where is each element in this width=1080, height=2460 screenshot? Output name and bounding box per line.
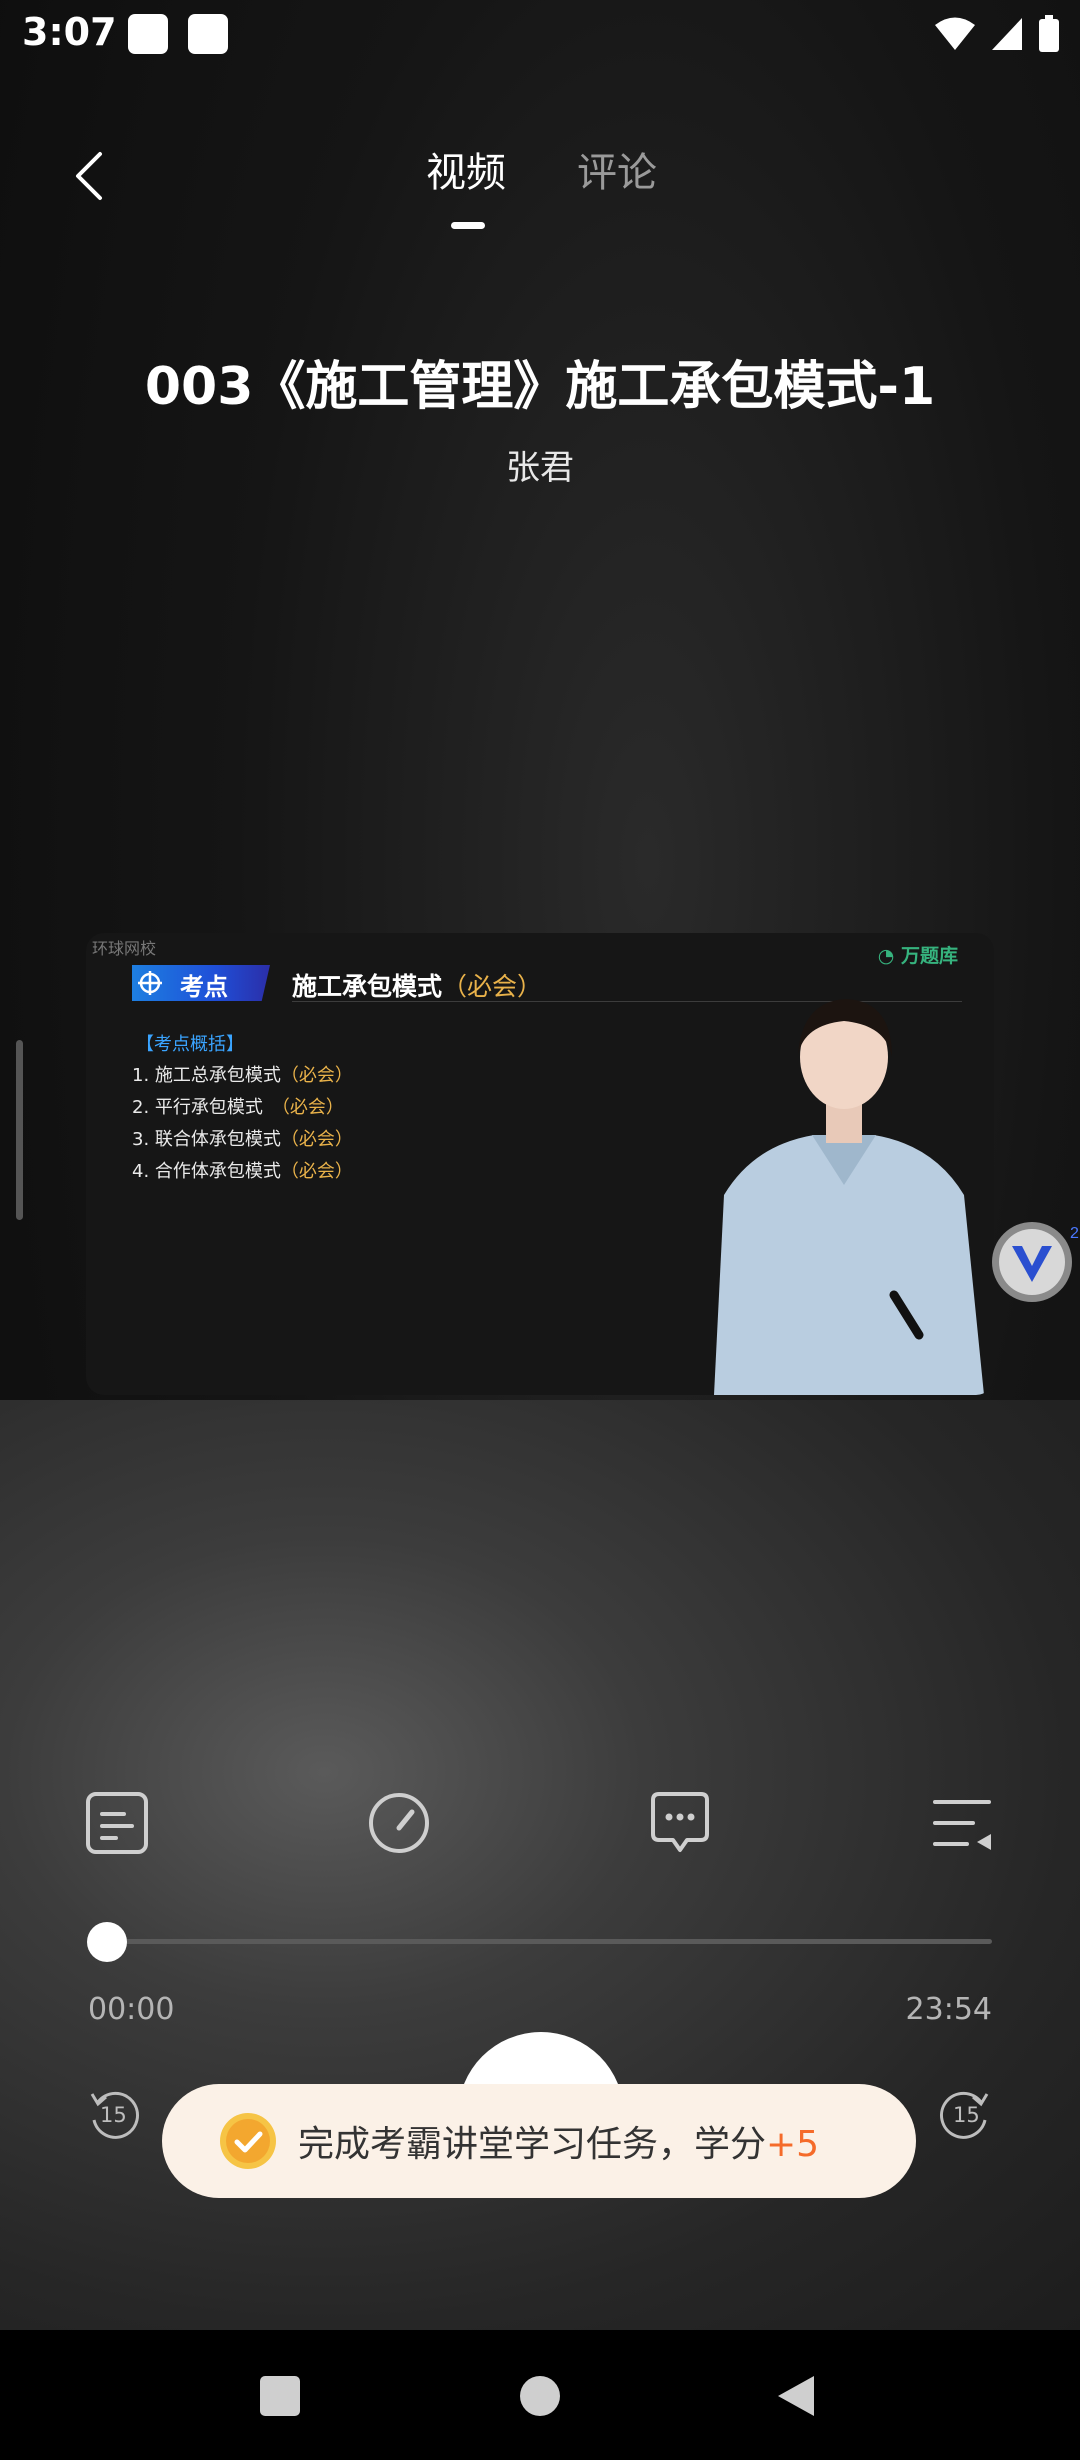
outline-point: 3. 联合体承包模式（必会）: [132, 1125, 353, 1151]
outline-point-text: 3. 联合体承包模式: [132, 1129, 281, 1150]
home-button[interactable]: [516, 2372, 564, 2420]
outline-heading: 【考点概括】: [136, 1034, 244, 1055]
notes-icon[interactable]: [84, 1790, 150, 1856]
status-icons: [934, 14, 1060, 54]
toast-text: 完成考霸讲堂学习任务，学分: [298, 2124, 767, 2165]
playlist-icon[interactable]: [929, 1790, 995, 1856]
forward-label: 15: [953, 2103, 980, 2127]
forward-15-button[interactable]: 15: [937, 2088, 993, 2144]
watermark: 环球网校: [92, 939, 157, 958]
comment-icon[interactable]: [647, 1790, 713, 1856]
triangle-back-icon: [778, 2376, 814, 2416]
video-player[interactable]: 环球网校 ◔ 万题库 考点 施工承包模式（必会） 【考点概括】 1. 施工总承包…: [86, 933, 994, 1395]
topic-badge-label: 考点: [180, 973, 228, 1001]
total-time: 23:54: [905, 1992, 992, 2027]
outline-point-note: （必会）: [280, 1097, 344, 1118]
toast-message: 完成考霸讲堂学习任务，学分+5: [298, 2115, 819, 2167]
recents-button[interactable]: [256, 2372, 304, 2420]
notification-icon: [188, 14, 228, 54]
rewind-label: 15: [100, 2103, 127, 2127]
tab-video[interactable]: 视频: [426, 140, 506, 198]
current-time: 00:00: [88, 1992, 175, 2027]
course-title: 003《施工管理》施工承包模式-1: [144, 357, 936, 417]
outline-point-text: 4. 合作体承包模式: [132, 1161, 281, 1182]
presenter-image: [714, 999, 984, 1395]
progress-track[interactable]: [106, 1939, 992, 1944]
outline-point-text: 1. 施工总承包模式: [132, 1065, 281, 1086]
speed-icon[interactable]: [366, 1790, 432, 1856]
outline-point-note: （必会）: [280, 1065, 353, 1086]
outline-point-note: （必会）: [280, 1129, 353, 1150]
slide-title-text: 施工承包模式: [292, 972, 443, 1001]
status-time: 3:07: [22, 10, 117, 54]
back-icon[interactable]: [64, 146, 124, 206]
outline-point-note: （必会）: [280, 1161, 353, 1182]
signal-icon: [992, 18, 1022, 50]
outline-point: 2. 平行承包模式 （必会）: [132, 1093, 344, 1119]
tab-comment[interactable]: 评论: [577, 140, 657, 198]
square-icon: [260, 2376, 300, 2416]
brand-text: 万题库: [900, 945, 958, 967]
outline-point-text: 2. 平行承包模式: [132, 1097, 281, 1118]
tab-indicator: [451, 222, 485, 229]
side-handle[interactable]: [16, 1040, 23, 1220]
wifi-icon: [935, 17, 975, 50]
check-coin-icon: [220, 2113, 276, 2169]
outline-point: 1. 施工总承包模式（必会）: [132, 1061, 353, 1087]
circle-icon: [520, 2376, 560, 2416]
progress-thumb[interactable]: [87, 1922, 127, 1962]
toast-points: +5: [766, 2124, 820, 2165]
outline-point: 4. 合作体承包模式（必会）: [132, 1157, 353, 1183]
battery-icon: [1039, 15, 1059, 52]
v-float-icon[interactable]: 2: [990, 1220, 1080, 1304]
target-icon: [138, 971, 162, 995]
teacher-name: 张君: [506, 448, 574, 488]
slide-title: 施工承包模式（必会）: [292, 967, 542, 1003]
reward-toast: 完成考霸讲堂学习任务，学分+5: [162, 2084, 916, 2198]
slide-title-note: （必会）: [442, 972, 543, 1001]
back-nav-button[interactable]: [772, 2372, 820, 2420]
svg-text:2: 2: [1070, 1225, 1079, 1242]
notification-icon: [128, 14, 168, 54]
brand-logo: ◔ 万题库: [877, 945, 958, 967]
rewind-15-button[interactable]: 15: [86, 2088, 142, 2144]
